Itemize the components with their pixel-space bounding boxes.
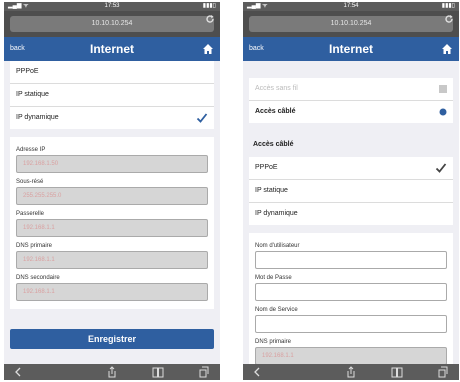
- option-label: IP dynamique: [255, 210, 298, 217]
- field-label-password: Mot de Passe: [255, 275, 292, 281]
- share-icon[interactable]: [345, 366, 357, 378]
- ip-fields-panel: Adresse IP 192.168.1.50 Sous-résé 255.25…: [10, 137, 214, 309]
- dns-secondary-input[interactable]: 192.168.1.1: [16, 283, 208, 301]
- battery-icon: ▮▮▮▯: [202, 3, 216, 9]
- option-ip-statique[interactable]: IP statique: [249, 180, 453, 203]
- dns-primary-input[interactable]: 192.168.1.1: [16, 251, 208, 269]
- url-field[interactable]: 10.10.10.254: [249, 16, 453, 32]
- status-bar: ▂▄▆ ᯤ 17:53 ▮▮▮▯: [4, 2, 220, 11]
- option-acces-sans-fil[interactable]: Accès sans fil: [249, 78, 453, 101]
- bookmarks-icon[interactable]: [152, 366, 164, 378]
- status-time: 17:53: [104, 3, 120, 9]
- nav-bar: back Internet: [4, 37, 220, 61]
- option-label: IP statique: [16, 91, 49, 98]
- browser-url-bar: 10.10.10.254: [243, 11, 459, 37]
- tabs-icon[interactable]: [198, 366, 210, 378]
- home-icon[interactable]: [441, 43, 453, 55]
- field-label-subnet: Sous-résé: [16, 179, 44, 185]
- back-arrow-icon[interactable]: [251, 366, 263, 378]
- url-field[interactable]: 10.10.10.254: [10, 16, 214, 32]
- service-name-input[interactable]: [255, 315, 447, 333]
- username-input[interactable]: [255, 251, 447, 269]
- browser-toolbar: [243, 364, 459, 380]
- reload-icon[interactable]: [443, 13, 455, 25]
- back-arrow-icon[interactable]: [12, 366, 24, 378]
- tabs-icon[interactable]: [437, 366, 449, 378]
- share-icon[interactable]: [106, 366, 118, 378]
- selected-radio-icon: [439, 108, 447, 116]
- option-pppoe[interactable]: PPPoE: [10, 61, 214, 84]
- home-icon[interactable]: [202, 43, 214, 55]
- password-input[interactable]: [255, 283, 447, 301]
- access-type-list: Accès sans fil Accès câblé: [249, 78, 453, 123]
- option-label: Accès câblé: [255, 108, 296, 115]
- option-label: PPPoE: [16, 68, 39, 75]
- connection-type-list: PPPoE IP statique IP dynamique: [10, 61, 214, 129]
- option-label: IP dynamique: [16, 114, 59, 121]
- option-acces-cable[interactable]: Accès câblé: [249, 101, 453, 123]
- pppoe-fields-panel: Nom d'utilisateur Mot de Passe Nom de Se…: [249, 233, 453, 364]
- checkmark-icon: [196, 113, 208, 123]
- save-button[interactable]: Enregistrer: [10, 329, 214, 349]
- subnet-input[interactable]: 255.255.255.0: [16, 187, 208, 205]
- field-label-service: Nom de Service: [255, 307, 298, 313]
- reload-icon[interactable]: [204, 13, 216, 25]
- bookmarks-icon[interactable]: [391, 366, 403, 378]
- ip-address-input[interactable]: 192.168.1.50: [16, 155, 208, 173]
- phone-screen-left: ▂▄▆ ᯤ 17:53 ▮▮▮▯ 10.10.10.254 back Inter…: [4, 2, 220, 380]
- disabled-radio-icon: [439, 85, 447, 93]
- field-label-gateway: Passerelle: [16, 211, 45, 217]
- option-ip-dynamique[interactable]: IP dynamique: [10, 107, 214, 129]
- option-label: PPPoE: [255, 164, 278, 171]
- browser-toolbar: [4, 364, 220, 380]
- option-pppoe[interactable]: PPPoE: [249, 157, 453, 180]
- field-label-username: Nom d'utilisateur: [255, 243, 300, 249]
- field-label-dns1: DNS primaire: [16, 243, 53, 249]
- field-label-dns1: DNS primaire: [255, 339, 292, 345]
- phone-screen-right: ▂▄▆ ᯤ 17:54 ▮▮▮▯ 10.10.10.254 back Inter…: [243, 2, 459, 380]
- section-label-acces-cable: Accès câblé: [253, 141, 294, 148]
- option-label: Accès sans fil: [255, 85, 298, 92]
- page-title: Internet: [328, 42, 373, 56]
- battery-icon: ▮▮▮▯: [441, 3, 455, 9]
- settings-content: PPPoE IP statique IP dynamique Adresse I…: [4, 61, 220, 364]
- field-label-dns2: DNS secondaire: [16, 275, 60, 281]
- option-label: IP statique: [255, 187, 288, 194]
- page-title: Internet: [89, 42, 134, 56]
- dns-primary-input[interactable]: 192.168.1.1: [255, 347, 447, 364]
- option-ip-dynamique[interactable]: IP dynamique: [249, 203, 453, 225]
- status-time: 17:54: [343, 3, 359, 9]
- nav-bar: back Internet: [243, 37, 459, 61]
- gateway-input[interactable]: 192.168.1.1: [16, 219, 208, 237]
- checkmark-icon: [435, 163, 447, 173]
- browser-url-bar: 10.10.10.254: [4, 11, 220, 37]
- status-bar: ▂▄▆ ᯤ 17:54 ▮▮▮▯: [243, 2, 459, 11]
- connection-type-list: PPPoE IP statique IP dynamique: [249, 157, 453, 225]
- option-ip-statique[interactable]: IP statique: [10, 84, 214, 107]
- settings-content: Accès sans fil Accès câblé Accès câblé P…: [243, 61, 459, 364]
- field-label-ip: Adresse IP: [16, 147, 46, 153]
